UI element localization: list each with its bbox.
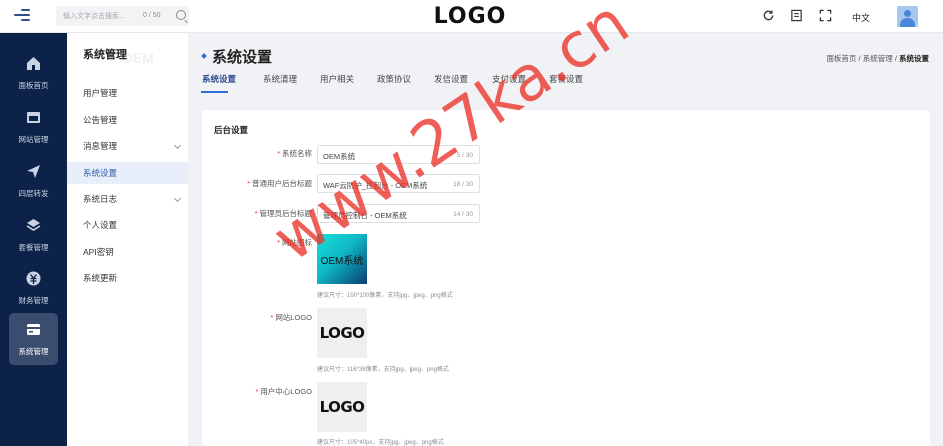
user-logo-upload[interactable]: LOGO: [317, 382, 367, 432]
char-count: 14 / 30: [453, 211, 473, 218]
page-title: 系统设置: [212, 49, 273, 66]
nav-item-packages[interactable]: 套餐管理: [0, 209, 67, 261]
fullscreen-icon[interactable]: [819, 9, 832, 22]
submenu-item-messages[interactable]: 消息管理: [67, 135, 188, 157]
submenu-item-profile[interactable]: 个人设置: [67, 214, 188, 236]
system-icon: [27, 324, 40, 335]
required-mark: *: [277, 149, 280, 158]
submenu-item-users[interactable]: 用户管理: [67, 82, 188, 104]
nav-item-label: 四层转发: [18, 189, 49, 198]
tab-package-settings[interactable]: 套餐设置: [549, 73, 583, 85]
required-mark: *: [255, 387, 259, 396]
nav-item-finance[interactable]: 财务管理: [0, 262, 67, 314]
field-label-system-name: * 系统名称: [202, 148, 312, 159]
tab-payment-settings[interactable]: 支付设置: [492, 73, 526, 85]
settings-card: 后台设置 * 系统名称 OEM系统 5 / 30 * 普通用户后台标题 WAF云防护…: [202, 110, 930, 446]
submenu-item-system-settings[interactable]: 系统设置: [67, 162, 188, 184]
site-icon-hint: 建议尺寸：100*100像素，支持jpg、jpeg、png格式: [317, 293, 453, 299]
tab-system-cleanup[interactable]: 系统清理: [263, 73, 297, 85]
admin-title-input[interactable]: 管理员控制台 - OEM系统 14 / 30: [317, 204, 480, 223]
submenu-item-announcements[interactable]: 公告管理: [67, 109, 188, 131]
sub-menu: OEM 系统管理 用户管理 公告管理 消息管理 系统设置 系统日志 个人设置 A…: [67, 33, 188, 446]
required-mark: *: [247, 179, 250, 188]
field-label-site-logo: * 网站LOGO: [202, 312, 312, 323]
required-mark: *: [270, 313, 274, 322]
required-mark: *: [277, 238, 280, 247]
notes-icon[interactable]: [790, 9, 803, 22]
nav-item-label: 财务管理: [18, 296, 49, 305]
submenu-item-api-keys[interactable]: API密钥: [67, 241, 188, 263]
field-label-user-logo: * 用户中心LOGO: [202, 386, 312, 397]
submenu-item-logs[interactable]: 系统日志: [67, 188, 188, 210]
user-title-input[interactable]: WAF云防护_控制台 - OEM系统 18 / 30: [317, 174, 480, 193]
char-count: 5 / 30: [456, 152, 473, 159]
section-title: 后台设置: [214, 125, 249, 135]
header-logo: LOGO: [433, 3, 507, 29]
forward-icon: [27, 165, 40, 178]
nav-item-label: 面板首页: [18, 81, 49, 90]
field-label-text: 普通用户后台标题: [252, 179, 312, 188]
field-label-text: 管理员后台标题: [259, 209, 313, 218]
field-label-site-icon: * 网站图标: [202, 237, 312, 248]
language-switch[interactable]: 中文: [852, 11, 870, 24]
dashboard-icon: [27, 57, 40, 70]
submenu-item-label: 消息管理: [83, 141, 118, 151]
finance-icon: [26, 271, 41, 286]
nav-item-label: 网站管理: [18, 135, 49, 144]
submenu-title: 系统管理: [83, 49, 127, 61]
top-header: 0 / 50 LOGO 中文: [0, 0, 943, 33]
site-icon-upload[interactable]: OEM系统: [317, 234, 367, 284]
tab-mail-settings[interactable]: 发信设置: [434, 73, 468, 85]
site-logo-upload[interactable]: LOGO: [317, 308, 367, 358]
search-input[interactable]: [61, 8, 141, 24]
chevron-down-icon: [173, 141, 182, 150]
nav-item-website[interactable]: 网站管理: [0, 101, 67, 153]
user-logo-hint: 建议尺寸：105*40px，支持jpg、jpeg、png格式: [317, 440, 444, 446]
search-box[interactable]: [56, 6, 189, 26]
main-nav: 面板首页 网站管理 四层转发 套餐管理 财务管理 系统管理: [0, 33, 67, 446]
tab-user-related[interactable]: 用户相关: [320, 73, 354, 85]
field-label-text: 用户中心LOGO: [260, 387, 312, 396]
nav-item-label: 套餐管理: [18, 243, 49, 252]
nav-item-system[interactable]: 系统管理: [9, 313, 58, 365]
menu-toggle-icon[interactable]: [14, 9, 30, 23]
title-bullet-icon: [201, 53, 207, 59]
active-tab-indicator: [201, 91, 228, 93]
avatar[interactable]: [897, 6, 918, 27]
submenu-item-updates[interactable]: 系统更新: [67, 267, 188, 289]
breadcrumb-home[interactable]: 面板首页: [826, 54, 856, 63]
char-count: 18 / 30: [453, 181, 473, 188]
breadcrumb-separator: /: [858, 54, 861, 63]
system-name-input[interactable]: OEM系统 5 / 30: [317, 145, 480, 164]
site-logo-hint: 建议尺寸：116*38像素，支持jpg、jpeg、png格式: [317, 367, 449, 373]
field-label-text: 网站LOGO: [275, 313, 312, 322]
breadcrumb-system[interactable]: 系统管理: [863, 54, 893, 63]
layers-icon: [26, 219, 41, 231]
breadcrumb-separator: /: [894, 54, 897, 63]
chevron-down-icon: [173, 194, 182, 203]
nav-item-forward[interactable]: 四层转发: [0, 155, 67, 207]
field-label-user-title: * 普通用户后台标题: [202, 178, 312, 189]
search-char-count: 0 / 50: [143, 12, 161, 19]
breadcrumb: 面板首页 / 系统管理 / 系统设置: [826, 53, 929, 64]
input-value: 管理员控制台 - OEM系统: [323, 211, 407, 220]
refresh-icon[interactable]: [762, 9, 775, 22]
field-label-admin-title: * 管理员后台标题: [202, 208, 312, 219]
search-icon[interactable]: [176, 10, 186, 20]
field-label-text: 网站图标: [282, 238, 312, 247]
field-label-text: 系统名称: [282, 149, 312, 158]
nav-item-label: 系统管理: [18, 347, 49, 356]
input-value: WAF云防护_控制台 - OEM系统: [323, 181, 428, 190]
nav-item-dashboard[interactable]: 面板首页: [0, 47, 67, 99]
submenu-item-label: 系统日志: [83, 194, 118, 204]
input-value: OEM系统: [323, 152, 356, 161]
website-icon: [27, 112, 40, 123]
breadcrumb-current: 系统设置: [899, 54, 929, 63]
required-mark: *: [254, 209, 258, 218]
tab-policy[interactable]: 政策协议: [377, 73, 411, 85]
tab-system-settings[interactable]: 系统设置: [202, 73, 236, 85]
